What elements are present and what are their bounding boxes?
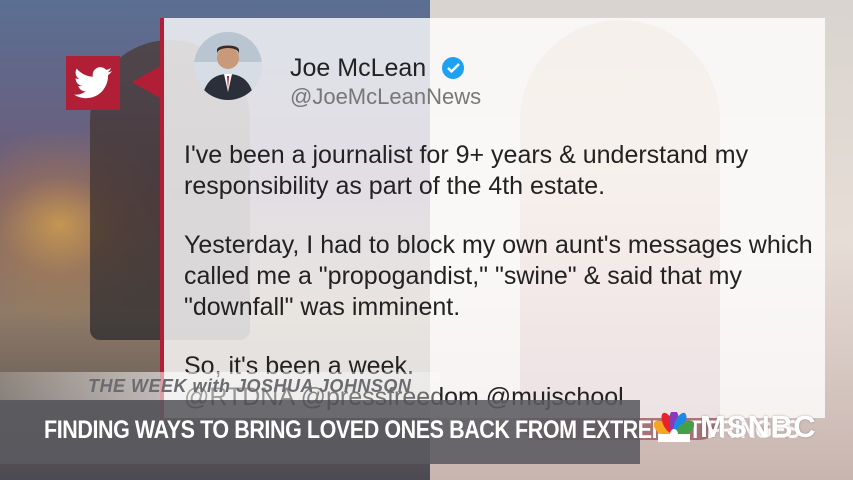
twitter-bird-icon <box>66 56 120 110</box>
network-label: MSNBC <box>700 409 817 444</box>
tweet-display-name: Joe McLean <box>290 54 427 82</box>
tweet-handle: @JoeMcLeanNews <box>290 84 482 109</box>
network-logo: MSNBC <box>654 409 816 445</box>
tweet-pointer-arrow <box>132 66 160 98</box>
peacock-logo-icon <box>654 412 694 442</box>
avatar <box>194 32 262 100</box>
show-title: THE WEEK with JOSHUA JOHNSON <box>88 376 412 396</box>
verified-badge-icon <box>442 57 464 79</box>
tweet-paragraph: Yesterday, I had to block my own aunt's … <box>184 231 813 321</box>
tweet-card-accent-bar <box>160 18 164 418</box>
tweet-paragraph: I've been a journalist for 9+ years & un… <box>184 141 749 200</box>
